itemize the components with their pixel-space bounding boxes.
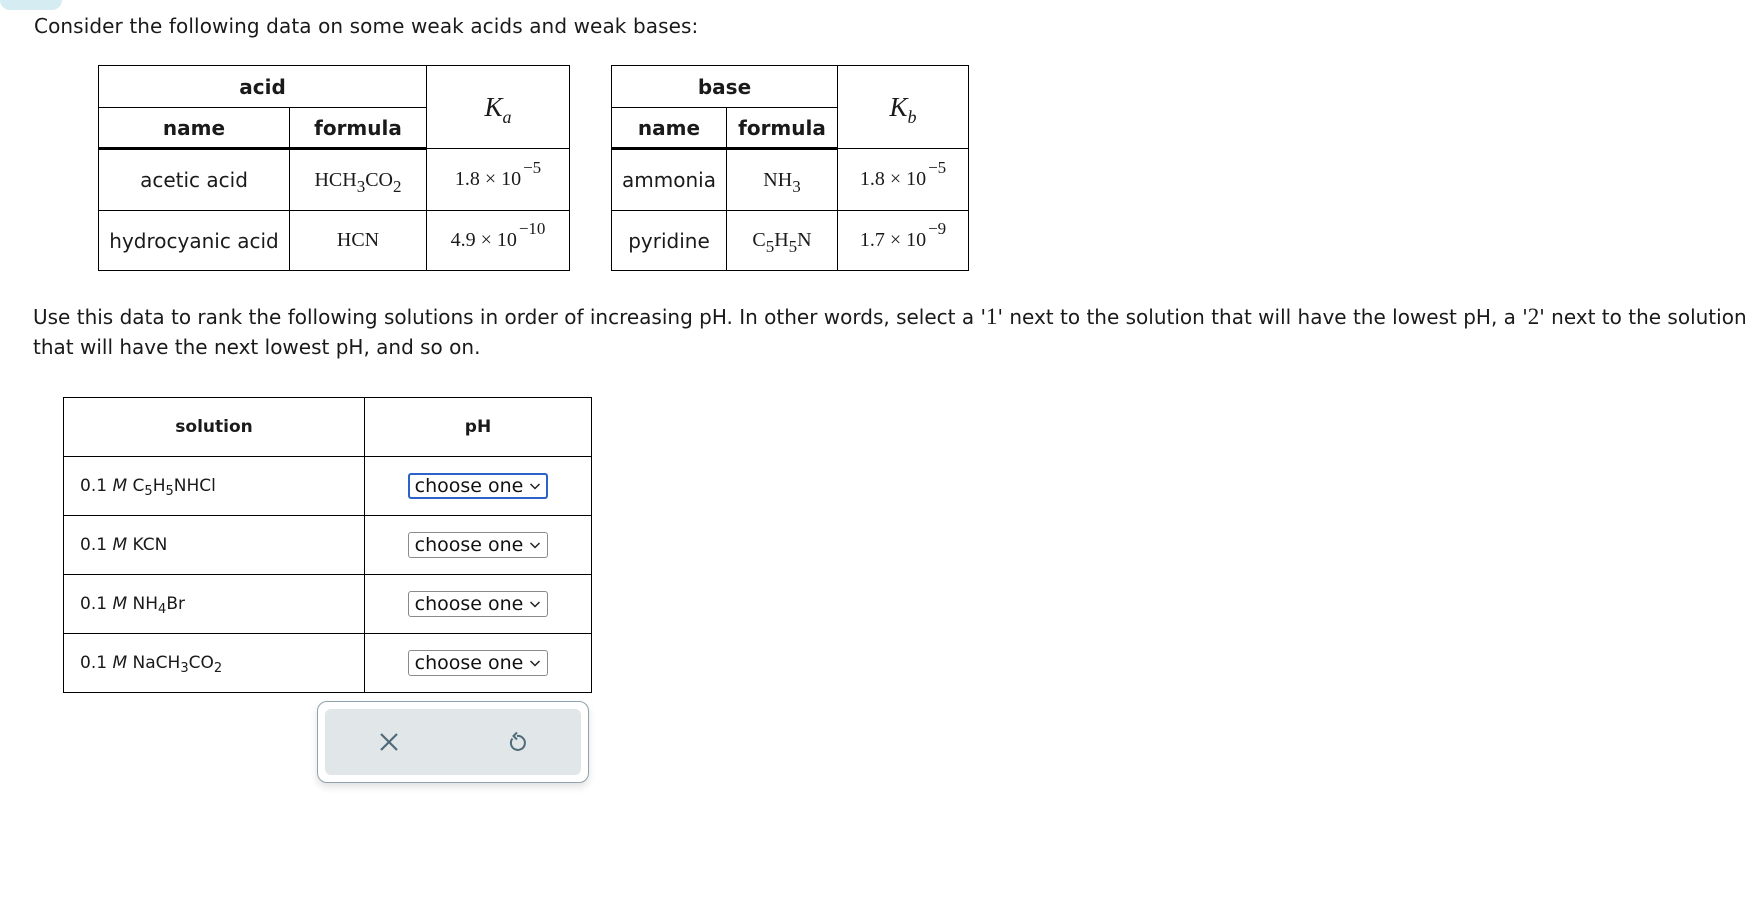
- instructions-text: Use this data to rank the following solu…: [33, 304, 1747, 359]
- base-name-header: name: [611, 107, 727, 150]
- base-formula: NH3: [726, 148, 838, 211]
- undo-icon: [509, 731, 526, 751]
- x-icon: [380, 733, 398, 751]
- base-kb: 1.7 × 10−9: [837, 210, 969, 271]
- base-formula: C5H5N: [726, 210, 838, 271]
- acid-ka: 1.8 × 10−5: [426, 148, 570, 211]
- chevron-down-icon: [530, 601, 541, 608]
- ph-header: pH: [364, 397, 592, 457]
- kb-header: Kb: [837, 65, 969, 149]
- acid-name: acetic acid: [98, 148, 290, 211]
- clear-button[interactable]: [369, 722, 409, 762]
- table-row: pyridine C5H5N 1.7 × 10−9: [611, 210, 969, 271]
- base-formula-header: formula: [726, 107, 838, 150]
- answer-action-panel: [317, 701, 589, 783]
- table-row: 0.1 M KCN choose one: [63, 515, 592, 575]
- ka-header: Ka: [426, 65, 570, 149]
- acid-table: acid Ka name formula acetic acid HCH3CO2…: [98, 65, 570, 271]
- table-row: 0.1 M C5H5NHCl choose one: [63, 456, 592, 516]
- acid-ka: 4.9 × 10−10: [426, 210, 570, 271]
- ph-rank-select[interactable]: choose one: [407, 532, 549, 558]
- solution-name: 0.1 M NH4Br: [63, 574, 365, 634]
- acid-name-header: name: [98, 107, 290, 150]
- chevron-down-icon: [530, 542, 541, 549]
- solution-name: 0.1 M KCN: [63, 515, 365, 575]
- acid-group-header: acid: [98, 65, 427, 108]
- solution-name: 0.1 M NaCH3CO2: [63, 633, 365, 693]
- table-row: ammonia NH3 1.8 × 10−5: [611, 148, 969, 211]
- ph-rank-select[interactable]: choose one: [407, 473, 549, 499]
- acid-formula: HCH3CO2: [289, 148, 427, 211]
- base-name: pyridine: [611, 210, 727, 271]
- base-group-header: base: [611, 65, 838, 108]
- base-name: ammonia: [611, 148, 727, 211]
- acid-formula: HCN: [289, 210, 427, 271]
- action-buttons: [325, 709, 581, 775]
- table-row: hydrocyanic acid HCN 4.9 × 10−10: [98, 210, 570, 271]
- ph-rank-select[interactable]: choose one: [407, 591, 549, 617]
- chevron-down-icon: [530, 483, 541, 490]
- solution-header: solution: [63, 397, 365, 457]
- base-table: base Kb name formula ammonia NH3 1.8 × 1…: [611, 65, 969, 271]
- acid-name: hydrocyanic acid: [98, 210, 290, 271]
- reset-button[interactable]: [497, 722, 537, 762]
- table-row: acetic acid HCH3CO2 1.8 × 10−5: [98, 148, 570, 211]
- solution-ranking-table: solution pH 0.1 M C5H5NHCl choose one 0.…: [63, 397, 592, 693]
- ph-rank-select[interactable]: choose one: [407, 650, 549, 676]
- intro-text: Consider the following data on some weak…: [34, 14, 699, 38]
- acid-formula-header: formula: [289, 107, 427, 150]
- solution-name: 0.1 M C5H5NHCl: [63, 456, 365, 516]
- base-kb: 1.8 × 10−5: [837, 148, 969, 211]
- corner-tab: [0, 0, 62, 10]
- chevron-down-icon: [530, 660, 541, 667]
- table-row: 0.1 M NaCH3CO2 choose one: [63, 633, 592, 693]
- table-row: 0.1 M NH4Br choose one: [63, 574, 592, 634]
